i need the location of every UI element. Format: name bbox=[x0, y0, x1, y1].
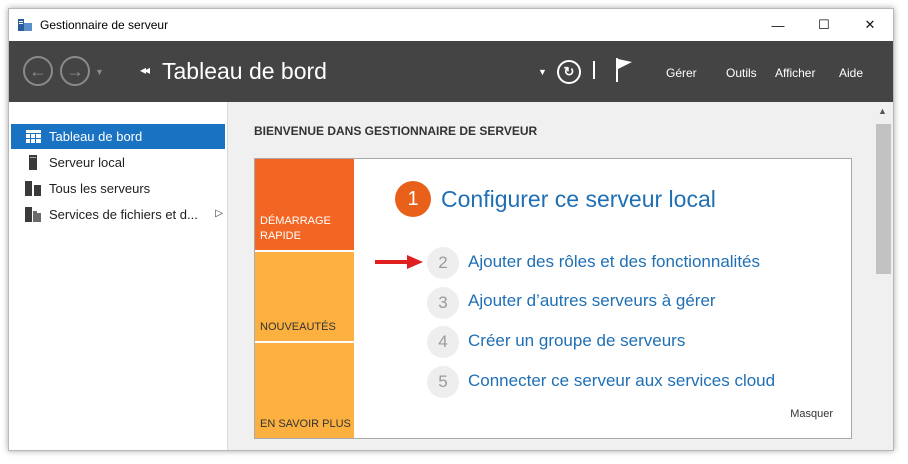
tile-learn-more[interactable]: EN SAVOIR PLUS bbox=[255, 343, 354, 438]
step-number-badge: 1 bbox=[395, 181, 431, 217]
step-link-create-server-group[interactable]: Créer un groupe de serveurs bbox=[468, 331, 685, 351]
back-button[interactable]: ← bbox=[23, 56, 53, 86]
back-arrow-icon: ← bbox=[29, 60, 47, 81]
breadcrumb-arrows-icon[interactable]: ◂◂ bbox=[140, 63, 150, 77]
close-button[interactable]: ✕ bbox=[847, 9, 893, 41]
step-number-badge: 3 bbox=[427, 287, 459, 319]
step-link-add-roles-features[interactable]: Ajouter des rôles et des fonctionnalités bbox=[468, 252, 760, 272]
server-manager-window: Gestionnaire de serveur — ☐ ✕ ← → ▼ ◂◂ T… bbox=[8, 8, 894, 451]
menu-manage[interactable]: Gérer bbox=[666, 66, 697, 80]
breadcrumb-title: Tableau de bord bbox=[162, 58, 327, 84]
server-icon bbox=[25, 155, 41, 171]
sidebar-item-label: Tous les serveurs bbox=[49, 181, 151, 196]
minimize-button[interactable]: — bbox=[755, 9, 801, 41]
sidebar-item-local-server[interactable]: Serveur local bbox=[11, 150, 225, 175]
servers-icon bbox=[25, 181, 41, 197]
toolbar: ← → ▼ ◂◂ Tableau de bord ▼ ↻ Gérer Outil… bbox=[9, 41, 893, 102]
hide-link[interactable]: Masquer bbox=[790, 408, 833, 420]
nav-history-dropdown-icon[interactable]: ▼ bbox=[95, 67, 104, 77]
expand-chevron-icon[interactable]: ▷ bbox=[215, 208, 223, 219]
close-icon: ✕ bbox=[864, 17, 876, 32]
sidebar-item-file-services[interactable]: Services de fichiers et d... ▷ bbox=[11, 202, 225, 227]
main-content: BIENVENUE DANS GESTIONNAIRE DE SERVEUR D… bbox=[228, 102, 874, 450]
window-title: Gestionnaire de serveur bbox=[40, 18, 169, 32]
file-services-icon bbox=[25, 207, 41, 223]
step-link-add-servers[interactable]: Ajouter d’autres serveurs à gérer bbox=[468, 291, 716, 311]
sidebar-item-label: Services de fichiers et d... bbox=[49, 207, 198, 222]
sidebar-item-all-servers[interactable]: Tous les serveurs bbox=[11, 176, 225, 201]
forward-arrow-icon: → bbox=[66, 60, 84, 81]
refresh-dropdown-icon[interactable]: ▼ bbox=[538, 67, 547, 77]
welcome-panel: DÉMARRAGE RAPIDE NOUVEAUTÉS EN SAVOIR PLU… bbox=[254, 158, 852, 439]
vertical-scrollbar[interactable]: ▲ bbox=[874, 102, 893, 450]
tile-whats-new[interactable]: NOUVEAUTÉS bbox=[255, 252, 354, 341]
tile-quick-start[interactable]: DÉMARRAGE RAPIDE bbox=[255, 159, 354, 250]
welcome-heading: BIENVENUE DANS GESTIONNAIRE DE SERVEUR bbox=[254, 124, 538, 138]
sidebar-item-label: Tableau de bord bbox=[49, 129, 143, 144]
server-manager-app-icon bbox=[18, 19, 32, 31]
tile-label-line1: DÉMARRAGE bbox=[260, 215, 331, 227]
refresh-icon: ↻ bbox=[563, 64, 575, 79]
maximize-icon: ☐ bbox=[818, 17, 830, 32]
sidebar: Tableau de bord Serveur local Tous les s… bbox=[9, 102, 228, 450]
notifications-flag-icon[interactable] bbox=[615, 58, 633, 82]
forward-button[interactable]: → bbox=[60, 56, 90, 86]
scroll-up-icon[interactable]: ▲ bbox=[878, 106, 887, 116]
red-pointer-arrow-icon bbox=[375, 255, 423, 269]
tile-label: NOUVEAUTÉS bbox=[260, 321, 336, 333]
minimize-icon: — bbox=[771, 17, 785, 33]
step-link-configure-local-server[interactable]: Configurer ce serveur local bbox=[441, 186, 716, 213]
maximize-button[interactable]: ☐ bbox=[801, 9, 847, 41]
scroll-thumb[interactable] bbox=[876, 124, 891, 274]
title-bar[interactable]: Gestionnaire de serveur — ☐ ✕ bbox=[9, 9, 893, 41]
step-number-badge: 2 bbox=[427, 247, 459, 279]
step-link-connect-cloud[interactable]: Connecter ce serveur aux services cloud bbox=[468, 371, 775, 391]
toolbar-separator bbox=[593, 61, 595, 79]
tile-label-line2: RAPIDE bbox=[260, 230, 301, 242]
step-number-badge: 4 bbox=[427, 326, 459, 358]
step-number-badge: 5 bbox=[427, 366, 459, 398]
tile-label: EN SAVOIR PLUS bbox=[260, 418, 351, 430]
dashboard-icon bbox=[25, 129, 41, 145]
sidebar-item-dashboard[interactable]: Tableau de bord bbox=[11, 124, 225, 149]
menu-tools[interactable]: Outils bbox=[726, 66, 757, 80]
menu-view[interactable]: Afficher bbox=[775, 66, 815, 80]
refresh-button[interactable]: ↻ bbox=[557, 60, 581, 84]
menu-help[interactable]: Aide bbox=[839, 66, 863, 80]
sidebar-item-label: Serveur local bbox=[49, 155, 125, 170]
